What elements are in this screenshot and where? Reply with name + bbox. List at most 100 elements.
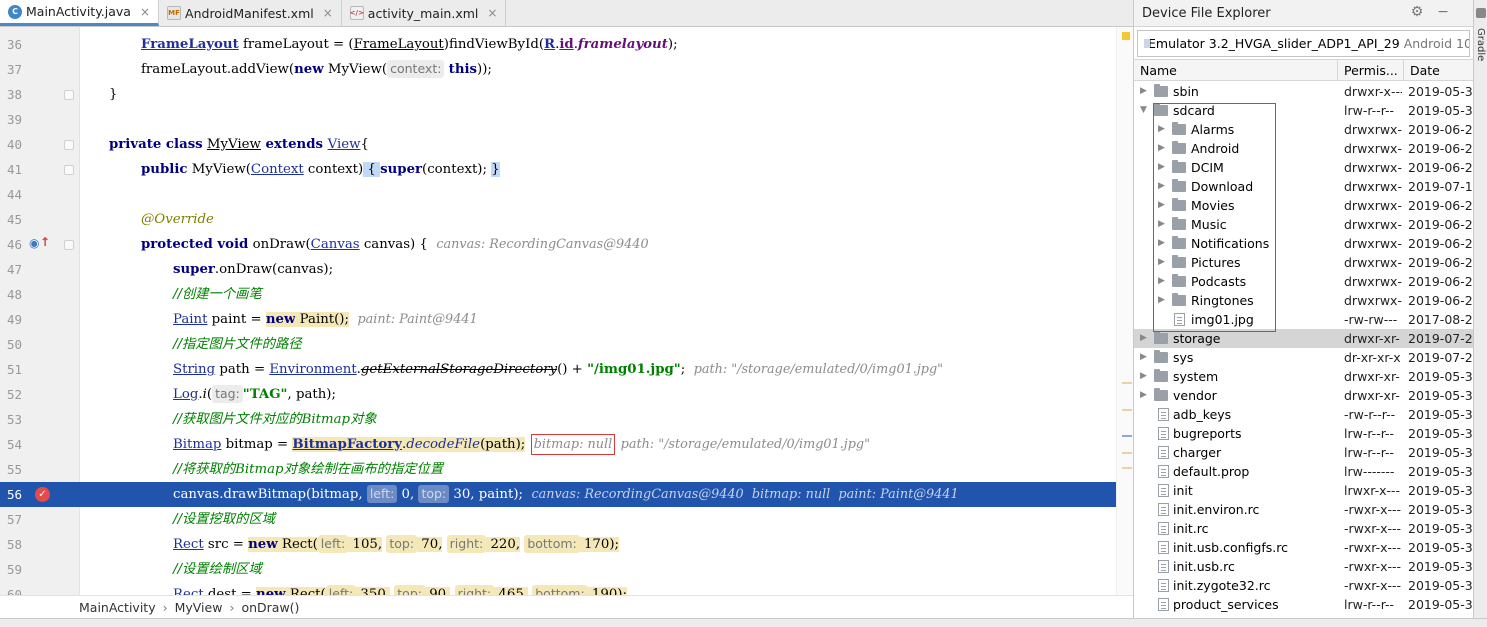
file-permissions: lrwxr-x--- — [1344, 483, 1401, 498]
file-tree-row[interactable]: init.rc -rwxr-x--- 2019-05-30 — [1134, 519, 1474, 538]
fold-marker-icon[interactable] — [64, 165, 74, 175]
expand-arrow-right-icon[interactable]: ▶ — [1140, 348, 1150, 367]
current-execution-line[interactable]: 56 ✓ canvas.drawBitmap(bitmap, left: 0, … — [0, 482, 1133, 507]
line-number: 59 — [6, 562, 22, 577]
code-line[interactable]: 39 — [0, 107, 1133, 132]
breadcrumb-item[interactable]: MainActivity — [79, 600, 156, 615]
code-line[interactable]: 44 — [0, 182, 1133, 207]
code-line[interactable]: 50 //指定图片文件的路径 — [0, 332, 1133, 357]
breadcrumb-item[interactable]: onDraw() — [241, 600, 299, 615]
gradle-icon[interactable] — [1476, 8, 1486, 18]
editor-scroll-markers[interactable] — [1116, 27, 1133, 595]
code-text: public MyView(Context context) { super(c… — [141, 162, 500, 177]
code-line[interactable]: 60 Rect dest = new Rect(left: 350, top: … — [0, 582, 1133, 595]
fold-marker-icon[interactable] — [64, 240, 74, 250]
warning-marker-icon[interactable] — [1122, 32, 1130, 40]
file-permissions: drwxrwx-- — [1344, 198, 1402, 213]
hide-icon[interactable]: − — [1437, 4, 1463, 20]
file-date: 2019-06-28 — [1408, 274, 1474, 289]
line-number: 45 — [6, 212, 22, 227]
close-icon[interactable]: × — [323, 6, 333, 20]
code-text: protected void onDraw(Canvas canvas) { c… — [141, 237, 649, 252]
file-tree-row[interactable]: ▶ system drwxr-xr- 2019-05-30 — [1134, 367, 1474, 386]
gradle-tab[interactable]: Gradle — [1475, 28, 1486, 61]
file-tree-row[interactable]: init.usb.configfs.rc -rwxr-x--- 2019-05-30 — [1134, 538, 1474, 557]
code-line[interactable]: 41 public MyView(Context context) { supe… — [0, 157, 1133, 182]
expand-arrow-down-icon[interactable]: ▼ — [1140, 101, 1150, 120]
file-tree-row[interactable]: charger lrw-r--r-- 2019-05-30 — [1134, 443, 1474, 462]
file-tree-row[interactable]: init.environ.rc -rwxr-x--- 2019-05-30 — [1134, 500, 1474, 519]
code-line[interactable]: 49 Paint paint = new Paint(); paint: Pai… — [0, 307, 1133, 332]
file-tree-row[interactable]: init lrwxr-x--- 2019-05-30 — [1134, 481, 1474, 500]
file-icon — [1158, 560, 1169, 573]
file-name: default.prop — [1173, 464, 1250, 479]
file-name: sbin — [1173, 84, 1199, 99]
fold-marker-icon[interactable] — [64, 90, 74, 100]
code-comment: //设置绘制区域 — [173, 562, 262, 577]
code-line[interactable]: 51 String path = Environment.getExternal… — [0, 357, 1133, 382]
param-hint: left: — [325, 585, 357, 595]
code-line[interactable]: 55 //将获取的Bitmap对象绘制在画布的指定位置 — [0, 457, 1133, 482]
expand-arrow-right-icon[interactable]: ▶ — [1140, 82, 1150, 101]
line-number: 49 — [6, 312, 22, 327]
file-tree-row[interactable]: product_services lrw-r--r-- 2019-05-30 — [1134, 595, 1474, 614]
file-permissions: drwxr-xr- — [1344, 388, 1400, 403]
code-line[interactable]: 57 //设置挖取的区域 — [0, 507, 1133, 532]
column-header-permissions[interactable]: Permis... — [1338, 60, 1404, 81]
file-tree-row[interactable]: default.prop lrw------- 2019-05-30 — [1134, 462, 1474, 481]
line-number: 56 — [6, 487, 22, 502]
breadcrumb-item[interactable]: MyView — [175, 600, 223, 615]
code-line[interactable]: 47 super.onDraw(canvas); — [0, 257, 1133, 282]
code-line[interactable]: 37 frameLayout.addView(new MyView(contex… — [0, 57, 1133, 82]
expand-arrow-right-icon[interactable]: ▶ — [1140, 386, 1150, 405]
file-tree-row[interactable]: ▶ sys dr-xr-xr-x 2019-07-24 — [1134, 348, 1474, 367]
code-editor[interactable]: 36 FrameLayout frameLayout = (FrameLayou… — [0, 27, 1133, 595]
code-line[interactable]: 46 ◉ ↑ protected void onDraw(Canvas canv… — [0, 232, 1133, 257]
device-selector[interactable]: Emulator 3.2_HVGA_slider_ADP1_API_29 And… — [1137, 30, 1470, 57]
file-permissions: drwxrwx-- — [1344, 160, 1402, 175]
code-line[interactable]: 52 Log.i(tag: "TAG", path); — [0, 382, 1133, 407]
file-tree-row[interactable]: adb_keys -rw-r--r-- 2019-05-30 — [1134, 405, 1474, 424]
overrides-arrow-icon[interactable]: ↑ — [40, 230, 50, 255]
file-date: 2019-06-28 — [1408, 198, 1474, 213]
column-header-date[interactable]: Date — [1404, 60, 1474, 81]
file-icon — [1158, 579, 1169, 592]
line-number: 36 — [6, 37, 22, 52]
file-tree-row[interactable]: ▶ vendor drwxr-xr- 2019-05-30 — [1134, 386, 1474, 405]
code-line[interactable]: 38 } — [0, 82, 1133, 107]
breakpoint-icon[interactable]: ✓ — [35, 487, 50, 502]
file-icon — [1158, 408, 1169, 421]
tab-androidmanifest[interactable]: MF AndroidManifest.xml × — [159, 0, 342, 26]
code-line[interactable]: 45 @Override — [0, 207, 1133, 232]
file-permissions: drwxr-xr- — [1344, 369, 1400, 384]
file-tree-row[interactable]: ▶ sbin drwxr-x--- 2019-05-30 — [1134, 82, 1474, 101]
file-tree-row[interactable]: init.zygote32.rc -rwxr-x--- 2019-05-30 — [1134, 576, 1474, 595]
override-method-icon[interactable]: ◉ — [29, 231, 39, 256]
gear-icon[interactable]: ⚙ — [1411, 4, 1438, 20]
close-icon[interactable]: × — [140, 5, 150, 19]
file-tree-row[interactable]: bugreports lrw-r--r-- 2019-05-30 — [1134, 424, 1474, 443]
code-line[interactable]: 53 //获取图片文件对应的Bitmap对象 — [0, 407, 1133, 432]
line-number: 47 — [6, 262, 22, 277]
file-date: 2019-05-30 — [1408, 407, 1474, 422]
line-number: 41 — [6, 162, 22, 177]
column-header-name[interactable]: Name — [1134, 60, 1338, 81]
code-comment: //将获取的Bitmap对象绘制在画布的指定位置 — [173, 462, 444, 477]
tab-mainactivity[interactable]: C MainActivity.java × — [0, 0, 160, 26]
fold-marker-icon[interactable] — [64, 140, 74, 150]
debug-value: canvas: RecordingCanvas@9440 bitmap: nul… — [531, 487, 959, 502]
close-icon[interactable]: × — [487, 6, 497, 20]
code-line[interactable]: 54 Bitmap bitmap = BitmapFactory.decodeF… — [0, 432, 1133, 457]
annotation-highlight-box — [1153, 103, 1276, 332]
expand-arrow-right-icon[interactable]: ▶ — [1140, 367, 1150, 386]
code-line[interactable]: 48 //创建一个画笔 — [0, 282, 1133, 307]
code-line[interactable]: 36 FrameLayout frameLayout = (FrameLayou… — [0, 32, 1133, 57]
scroll-marker — [1122, 409, 1132, 411]
file-tree-row[interactable]: init.usb.rc -rwxr-x--- 2019-05-30 — [1134, 557, 1474, 576]
tab-activity-main[interactable]: </> activity_main.xml × — [342, 0, 507, 26]
code-line[interactable]: 40 private class MyView extends View{ — [0, 132, 1133, 157]
code-line[interactable]: 59 //设置绘制区域 — [0, 557, 1133, 582]
expand-arrow-right-icon[interactable]: ▶ — [1140, 329, 1150, 348]
code-line[interactable]: 58 Rect src = new Rect(left: 105, top: 7… — [0, 532, 1133, 557]
param-hint: right: — [454, 585, 495, 595]
